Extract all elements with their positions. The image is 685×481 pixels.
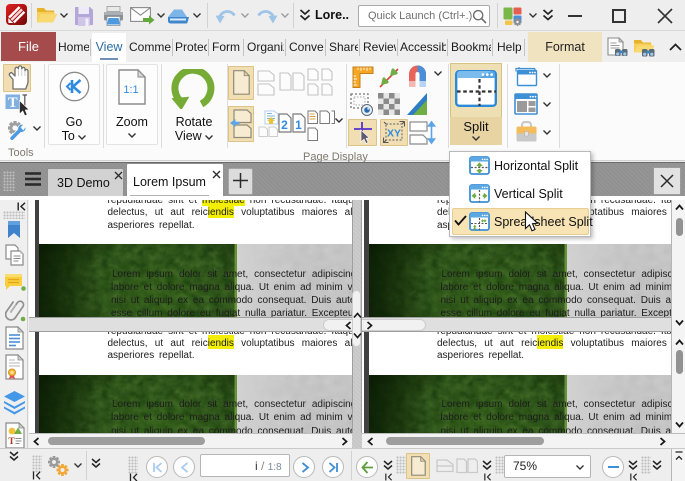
svg-text:2: 2 [281,118,288,132]
svg-text:1:1: 1:1 [123,84,138,96]
svg-text:XY: XY [387,128,401,140]
svg-text:T: T [8,95,18,111]
svg-text:1: 1 [295,118,302,132]
svg-text:T: T [8,437,15,447]
